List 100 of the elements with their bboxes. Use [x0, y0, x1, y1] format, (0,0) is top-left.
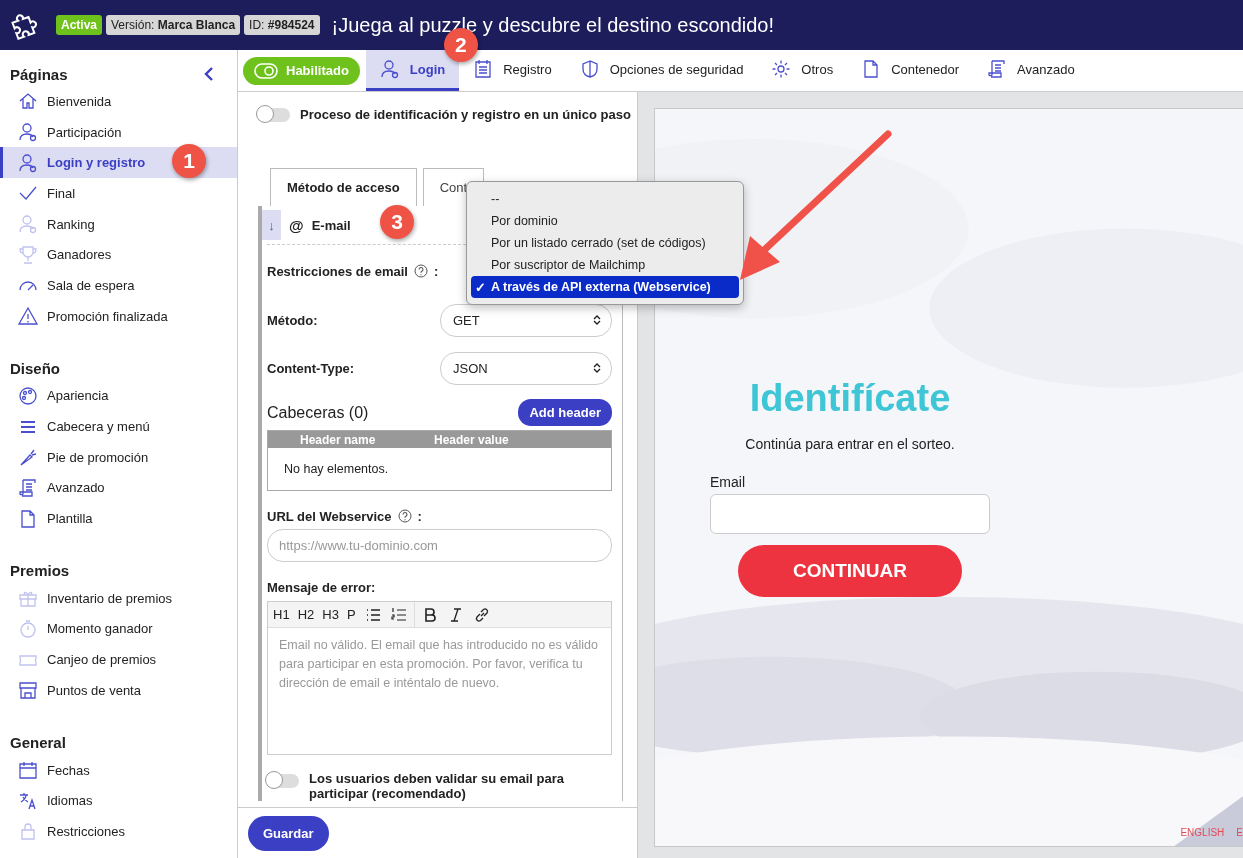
- email-input[interactable]: [710, 494, 990, 534]
- updown-icon: [593, 314, 601, 326]
- store-icon: [18, 680, 38, 701]
- sidebar-item[interactable]: Apariencia: [0, 380, 237, 412]
- sidebar-item[interactable]: Ranking: [0, 208, 237, 240]
- preview-heading: Identifícate: [749, 377, 951, 420]
- section-title: General: [10, 734, 66, 752]
- sidebar-item[interactable]: Promoción finalizada: [0, 300, 237, 332]
- empty-message: No hay elementos.: [283, 461, 390, 478]
- email-label: Email: [710, 474, 745, 490]
- dropdown-option[interactable]: Por un listado cerrado (set de códigos): [471, 232, 739, 254]
- field-label: Restricciones de email: [267, 263, 408, 279]
- colon: :: [433, 263, 439, 279]
- trophy-icon: [18, 244, 38, 265]
- url-input[interactable]: https://www.tu-dominio.com: [267, 529, 612, 562]
- numbered-list-icon[interactable]: [390, 606, 407, 623]
- person-icon: [18, 152, 38, 173]
- sidebar-item[interactable]: Canjeo de premios: [0, 644, 237, 675]
- tab[interactable]: Otros: [757, 50, 848, 91]
- at-symbol: @: [289, 216, 304, 234]
- format-button[interactable]: P: [344, 607, 358, 622]
- section-title: Premios: [10, 562, 70, 580]
- item-label: Sala de espera: [47, 277, 135, 293]
- format-button[interactable]: H2: [295, 607, 317, 622]
- tab[interactable]: Contenedor: [847, 50, 974, 91]
- sidebar-item[interactable]: Ganadores: [0, 239, 237, 271]
- section-title: Diseño: [10, 360, 60, 377]
- content-type-select[interactable]: JSON: [440, 351, 612, 385]
- tab[interactable]: Avanzado: [973, 50, 1089, 91]
- expand-button[interactable]: ↓: [262, 210, 281, 240]
- item-label: Apariencia: [47, 388, 109, 404]
- dropdown-option[interactable]: Por dominio: [471, 210, 739, 232]
- item-label: Pie de promoción: [47, 449, 149, 465]
- format-button[interactable]: H1: [271, 607, 292, 622]
- bullet-list-icon[interactable]: [364, 606, 381, 623]
- section-title: Páginas: [10, 65, 68, 83]
- colon: :: [417, 508, 422, 524]
- item-label: Final: [47, 185, 76, 201]
- field-label: Mensaje de error:: [267, 579, 376, 595]
- tab[interactable]: Método de acceso: [270, 168, 417, 206]
- chevron-left-icon[interactable]: [203, 66, 215, 82]
- item-label: Avanzado: [47, 480, 105, 496]
- house-icon: [18, 91, 38, 112]
- item-label: Momento ganador: [47, 621, 153, 637]
- preview-subtitle: Continúa para entrar en el sorteo.: [745, 436, 955, 452]
- toggle-label: Proceso de identificación y registro en un único paso: [300, 107, 631, 122]
- save-button[interactable]: Guardar: [248, 815, 329, 851]
- version-badge: Versión: Marca Blanca: [106, 15, 241, 35]
- sidebar-item[interactable]: Final: [0, 178, 237, 209]
- help-icon[interactable]: [397, 509, 412, 523]
- sidebar-item[interactable]: Idiomas: [0, 785, 237, 817]
- gear-icon: [771, 59, 792, 79]
- page-icon: [18, 508, 38, 529]
- field-label: URL del Webservice: [267, 508, 392, 524]
- link-icon[interactable]: [473, 606, 490, 623]
- sidebar-item[interactable]: Restricciones: [0, 816, 237, 847]
- sidebar-item[interactable]: Fechas: [0, 754, 237, 786]
- sidebar-item[interactable]: Inventario de premios: [0, 582, 237, 614]
- item-label: Canjeo de premios: [47, 652, 157, 668]
- stopwatch-icon: [18, 618, 38, 639]
- toggle-icon: [254, 62, 278, 79]
- sidebar-item[interactable]: Momento ganador: [0, 613, 237, 645]
- item-label: Inventario de premios: [47, 590, 172, 606]
- item-label: Puntos de venta: [47, 682, 141, 698]
- lock-icon: [18, 821, 38, 842]
- text-editor[interactable]: H1 H2 H3 P Email no válido. El email que has introducido no es válido para participar en esta promoción. Por favor, verifica tu dirección de email e inténtalo de nuevo.: [267, 601, 612, 755]
- item-label: Cabecera y menú: [47, 419, 150, 435]
- sidebar-item[interactable]: Sala de espera: [0, 270, 237, 301]
- step-marker: 3: [380, 205, 414, 239]
- item-label: Ranking: [47, 216, 95, 232]
- field-label: Método:: [267, 312, 318, 328]
- updown-icon: [593, 362, 601, 374]
- sidebar-item[interactable]: Cabecera y menú: [0, 411, 237, 442]
- add-header-button[interactable]: Add header: [518, 399, 612, 426]
- sidebar-item[interactable]: Puntos de venta: [0, 675, 237, 706]
- sidebar-item[interactable]: Plantilla: [0, 503, 237, 534]
- sidebar-item[interactable]: Pie de promoción: [0, 441, 237, 473]
- person-icon: [18, 122, 38, 143]
- dropdown-option[interactable]: ✓ A través de API externa (Webservice): [471, 276, 739, 298]
- format-button[interactable]: H3: [320, 607, 341, 622]
- toggle-switch[interactable]: [267, 774, 299, 788]
- calendar-icon: [18, 760, 38, 781]
- item-label: Participación: [47, 124, 122, 140]
- sidebar-item[interactable]: Bienvenida: [0, 86, 237, 117]
- scroll-icon: [18, 477, 38, 498]
- field-label: Content-Type:: [267, 360, 355, 376]
- tab[interactable]: Opciones de seguridad: [565, 50, 758, 91]
- sidebar-item[interactable]: Avanzado: [0, 472, 237, 504]
- list-icon: [473, 59, 494, 79]
- dropdown-option[interactable]: Por suscriptor de Mailchimp: [471, 254, 739, 276]
- toggle-switch[interactable]: [258, 107, 290, 122]
- help-icon[interactable]: [413, 264, 428, 278]
- id-badge: ID: #984524: [244, 15, 320, 35]
- warning-icon: [18, 306, 38, 327]
- continue-button[interactable]: CONTINUAR: [738, 545, 962, 597]
- item-label: Plantilla: [47, 511, 93, 527]
- item-label: Ganadores: [47, 247, 112, 263]
- scroll-icon: [987, 59, 1008, 79]
- item-label: Login y registro: [47, 155, 146, 171]
- person-icon: [379, 59, 400, 79]
